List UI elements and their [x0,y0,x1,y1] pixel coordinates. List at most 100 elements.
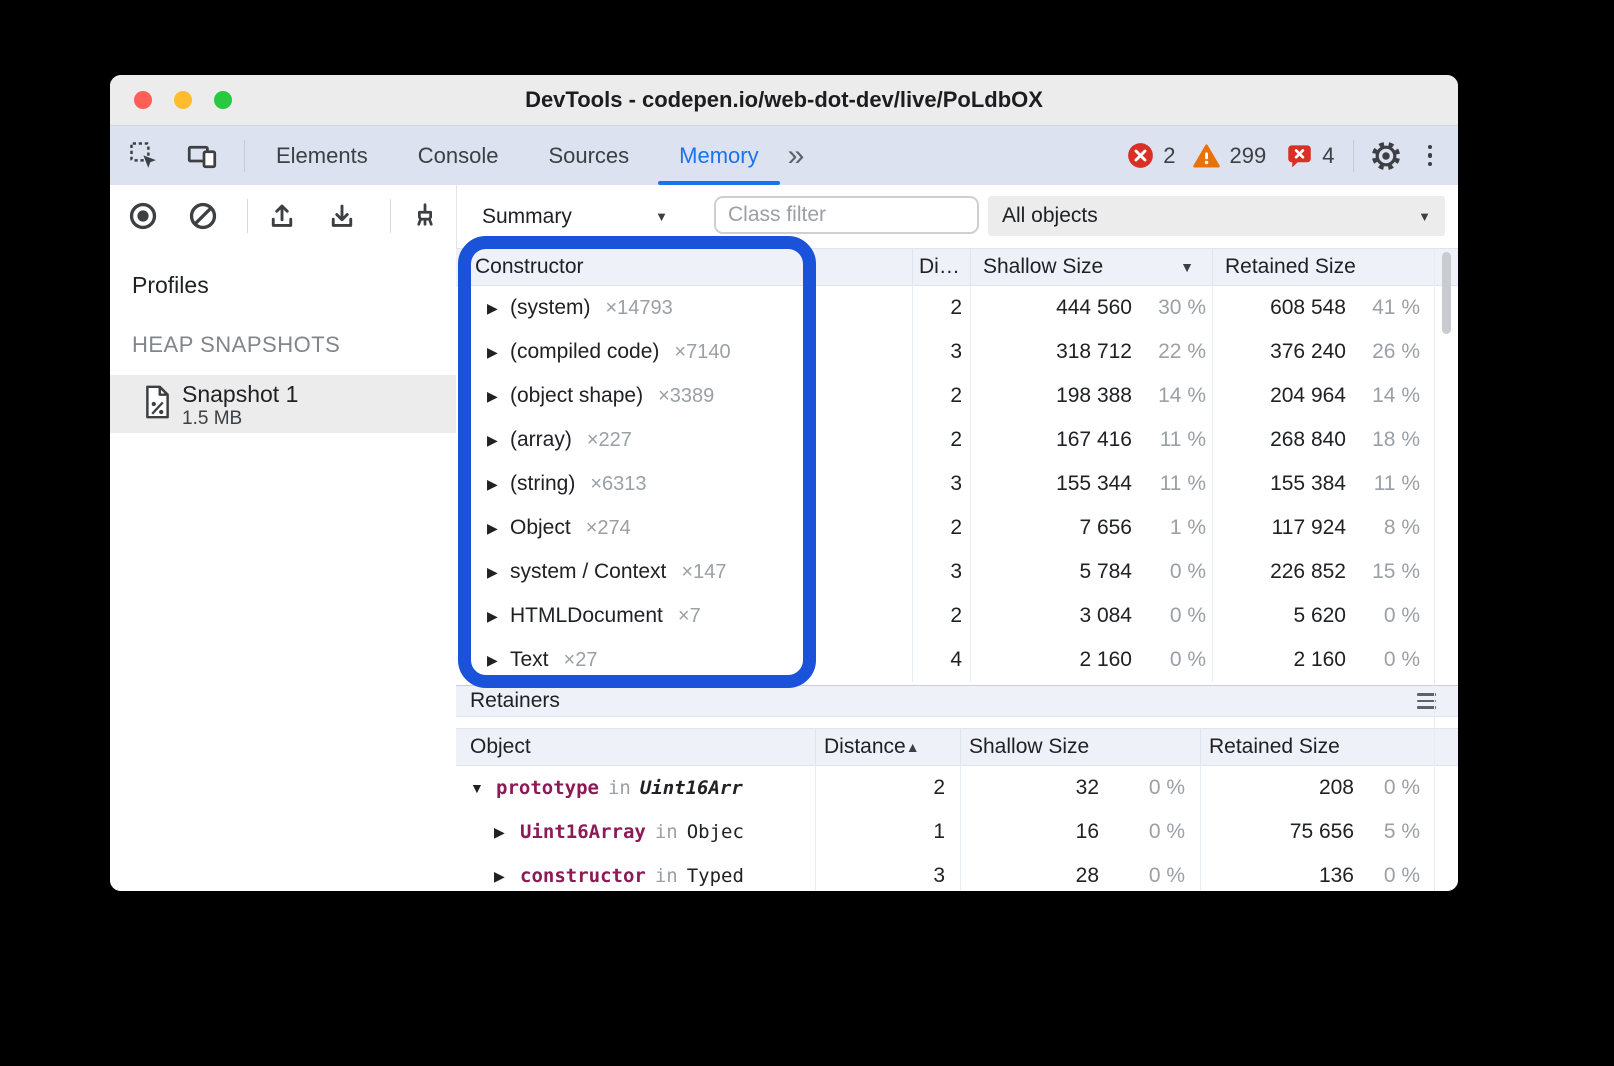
instance-count: ×274 [586,517,631,540]
retainer-row[interactable]: ▶ Uint16Array in Objec 1 160 % 75 6565 % [456,810,1458,854]
profiling-view-select[interactable]: Summary ▼ [482,185,668,248]
instance-count: ×147 [681,561,726,584]
instance-count: ×3389 [658,385,714,408]
constructor-name: system / Context [510,560,666,584]
expand-arrow-icon[interactable]: ▶ [487,520,510,537]
shallow-size-percent: 22 % [1132,340,1206,364]
distance-value: 2 [912,374,970,418]
devtools-window: DevTools - codepen.io/web-dot-dev/live/P… [110,75,1458,891]
column-header-shallow-size[interactable]: Shallow Size ▼ [970,249,1212,285]
instance-count: ×27 [564,649,598,672]
tab-sources[interactable]: Sources [523,126,654,185]
table-row[interactable]: ▶ Object ×274 2 7 6561 % 117 9248 % [456,506,1458,550]
profiles-sidebar: Profiles HEAP SNAPSHOTS Snapshot 1 1.5 M… [110,248,456,891]
record-heap-snapshot-icon[interactable] [127,200,159,232]
expand-arrow-icon[interactable]: ▶ [494,868,520,885]
retained-size-percent: 0 % [1346,604,1420,628]
column-header-retained-size[interactable]: Retained Size [1212,249,1434,285]
column-header-distance[interactable]: Distance ▲ [815,729,960,765]
window-title: DevTools - codepen.io/web-dot-dev/live/P… [110,75,1458,125]
scrollbar-thumb[interactable] [1442,252,1451,334]
expand-arrow-icon[interactable]: ▶ [494,824,520,841]
column-header-retained-size[interactable]: Retained Size [1200,729,1434,765]
shallow-size-percent: 11 % [1132,428,1206,452]
tab-elements[interactable]: Elements [251,126,393,185]
table-row[interactable]: ▶ (system) ×14793 2 444 56030 % 608 5484… [456,286,1458,330]
shallow-size-percent: 0 % [1132,648,1206,672]
expand-arrow-icon[interactable]: ▶ [487,344,510,361]
panel-divider[interactable] [456,185,457,248]
inspect-element-icon[interactable] [128,140,160,172]
tab-console[interactable]: Console [393,126,524,185]
expand-arrow-icon[interactable]: ▶ [487,432,510,449]
retainer-row[interactable]: ▼ prototype in Uint16Arr 2 320 % 2080 % [456,766,1458,810]
column-header-distance[interactable]: Di… [912,249,970,285]
error-icon[interactable] [1127,142,1154,169]
table-row[interactable]: ▶ (object shape) ×3389 2 198 38814 % 204… [456,374,1458,418]
retainer-property-name: Uint16Array [520,821,646,843]
retained-size-percent: 14 % [1346,384,1420,408]
load-profile-icon[interactable] [266,200,298,232]
column-header-object[interactable]: Object [456,729,815,765]
distance-value: 3 [912,550,970,594]
expand-arrow-icon[interactable]: ▶ [487,652,510,669]
table-row[interactable]: ▶ (string) ×6313 3 155 34411 % 155 38411… [456,462,1458,506]
warning-icon[interactable] [1192,143,1221,169]
object-filter-select[interactable]: All objects ▼ [988,196,1445,236]
distance-value: 3 [815,854,960,891]
chevron-down-icon: ▼ [655,209,668,224]
expand-arrow-icon[interactable]: ▶ [487,476,510,493]
retained-size-value: 376 240 [1270,340,1346,364]
table-row[interactable]: ▶ Text ×27 4 2 1600 % 2 1600 % [456,638,1458,682]
table-row[interactable]: ▶ system / Context ×147 3 5 7840 % 226 8… [456,550,1458,594]
class-filter-input[interactable] [714,196,979,234]
more-tabs-icon[interactable]: » [788,128,805,184]
more-options-kebab-icon[interactable] [1424,141,1437,171]
table-row[interactable]: ▶ HTMLDocument ×7 2 3 0840 % 5 6200 % [456,594,1458,638]
toolbar-separator [247,199,248,233]
retainer-row[interactable]: ▶ constructor in Typed 3 280 % 1360 % [456,854,1458,891]
issues-icon[interactable] [1286,143,1313,168]
constructor-name: Text [510,648,549,672]
tab-memory[interactable]: Memory [654,126,783,185]
expand-arrow-icon[interactable]: ▶ [487,608,510,625]
column-header-constructor[interactable]: Constructor [456,249,912,285]
warning-count: 299 [1230,143,1267,169]
save-profile-icon[interactable] [326,200,358,232]
table-row[interactable]: ▶ (array) ×227 2 167 41611 % 268 84018 % [456,418,1458,462]
retained-size-percent: 0 % [1346,648,1420,672]
collapse-arrow-icon[interactable]: ▼ [470,780,496,796]
issue-count: 4 [1322,143,1334,169]
retained-size-value: 136 [1319,864,1354,888]
retained-size-value: 2 160 [1293,648,1346,672]
retained-size-value: 268 840 [1270,428,1346,452]
retainer-keyword: in [655,865,678,887]
settings-gear-icon[interactable] [1370,140,1402,172]
constructor-name: (system) [510,296,591,320]
chevron-down-icon: ▼ [1418,209,1431,224]
retained-size-percent: 8 % [1346,516,1420,540]
toolbar-separator [244,140,245,172]
table-row[interactable]: ▶ (compiled code) ×7140 3 318 71222 % 37… [456,330,1458,374]
constructor-name: (array) [510,428,572,452]
expand-arrow-icon[interactable]: ▶ [487,300,510,317]
distance-value: 2 [912,594,970,638]
retainer-object-name: Typed [687,865,744,887]
instance-count: ×6313 [590,473,646,496]
clear-brush-icon[interactable] [409,200,441,232]
shallow-size-value: 7 656 [1079,516,1132,540]
device-toolbar-icon[interactable] [186,140,218,172]
shallow-size-value: 16 [1076,820,1099,844]
retained-size-value: 117 924 [1272,516,1346,540]
expand-arrow-icon[interactable]: ▶ [487,388,510,405]
sidebar-item-snapshot-1[interactable]: Snapshot 1 1.5 MB [110,375,456,433]
tabbar-right-group: 2 299 4 [1127,140,1458,172]
expand-arrow-icon[interactable]: ▶ [487,564,510,581]
shallow-size-percent: 11 % [1132,472,1206,496]
column-header-shallow-size[interactable]: Shallow Size [960,729,1200,765]
distance-value: 2 [912,506,970,550]
shallow-size-percent: 0 % [1099,776,1185,800]
instance-count: ×7 [678,605,701,628]
devtools-tabbar: Elements Console Sources Memory » 2 [110,126,1458,185]
clear-profiles-icon[interactable] [187,200,219,232]
